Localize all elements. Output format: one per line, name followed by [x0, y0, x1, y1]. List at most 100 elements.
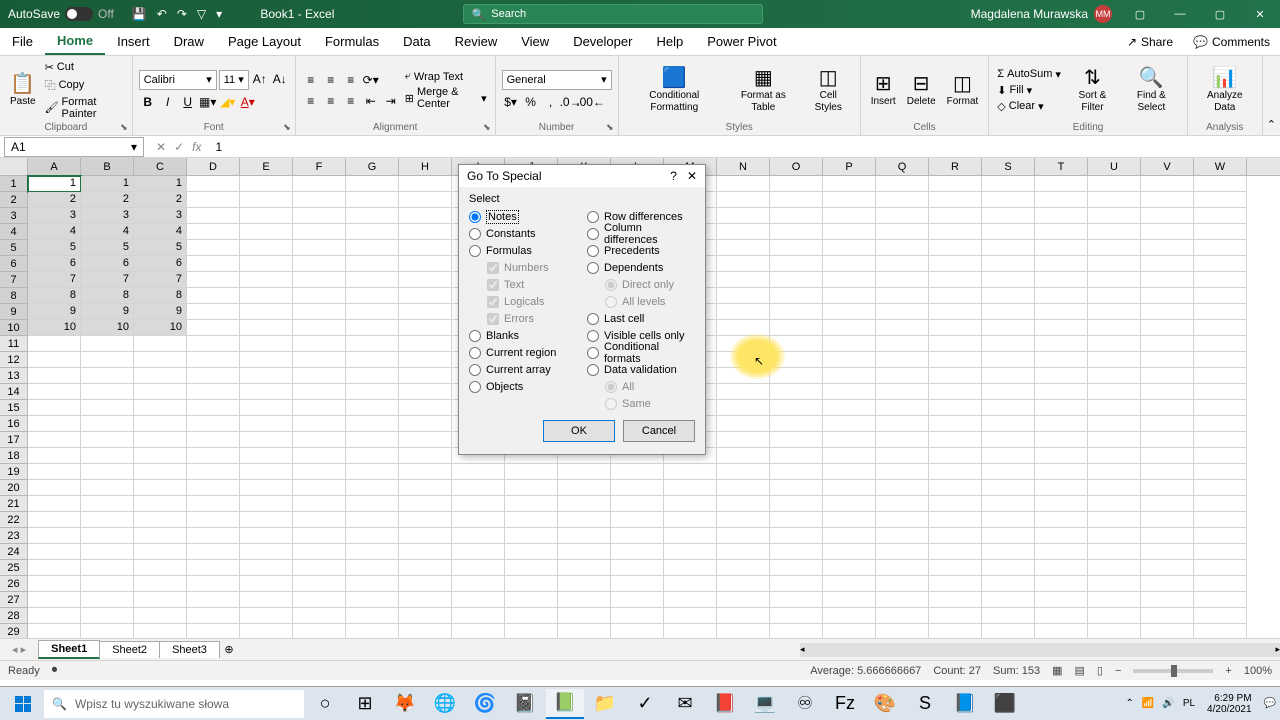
cell[interactable] [1035, 256, 1088, 272]
cell[interactable] [187, 336, 240, 352]
cell[interactable] [293, 496, 346, 512]
cell[interactable] [823, 272, 876, 288]
cell[interactable] [1141, 432, 1194, 448]
tab-data[interactable]: Data [391, 28, 442, 55]
cell[interactable]: 8 [134, 288, 187, 304]
cell[interactable] [929, 352, 982, 368]
cell[interactable] [664, 560, 717, 576]
cell[interactable] [81, 416, 134, 432]
column-header[interactable]: H [399, 158, 452, 175]
cell[interactable] [929, 240, 982, 256]
cell[interactable] [982, 480, 1035, 496]
cell[interactable] [240, 208, 293, 224]
cell[interactable]: 5 [28, 240, 81, 256]
cell[interactable] [717, 496, 770, 512]
cell[interactable] [1035, 544, 1088, 560]
cell[interactable] [982, 592, 1035, 608]
notifications-icon[interactable]: 💬 [1264, 698, 1276, 709]
cell[interactable] [982, 512, 1035, 528]
cell[interactable] [28, 592, 81, 608]
cell[interactable] [81, 624, 134, 638]
cell[interactable] [1141, 224, 1194, 240]
radio-last-cell[interactable]: Last cell [587, 311, 695, 327]
cell[interactable] [1035, 576, 1088, 592]
clock[interactable]: 6:29 PM4/20/2021 [1203, 693, 1256, 715]
radio-current-region[interactable]: Current region [469, 345, 577, 361]
cell[interactable] [876, 432, 929, 448]
cell[interactable] [1088, 592, 1141, 608]
cell[interactable] [929, 304, 982, 320]
cell[interactable] [293, 336, 346, 352]
cell[interactable] [770, 256, 823, 272]
row-header[interactable]: 5 [0, 240, 28, 256]
cell[interactable] [876, 272, 929, 288]
column-header[interactable]: V [1141, 158, 1194, 175]
cell[interactable] [1035, 208, 1088, 224]
cell[interactable] [876, 576, 929, 592]
cell[interactable] [240, 560, 293, 576]
cell[interactable] [717, 512, 770, 528]
cell[interactable] [134, 336, 187, 352]
cell[interactable] [1035, 624, 1088, 638]
cell[interactable] [982, 608, 1035, 624]
cell[interactable] [929, 256, 982, 272]
cell[interactable] [505, 480, 558, 496]
cell[interactable] [770, 464, 823, 480]
cell[interactable] [505, 592, 558, 608]
cell[interactable] [717, 192, 770, 208]
cell[interactable] [293, 384, 346, 400]
vscode-icon[interactable]: 💻 [746, 689, 784, 719]
row-header[interactable]: 8 [0, 288, 28, 304]
row-header[interactable]: 23 [0, 528, 28, 544]
cell[interactable] [399, 240, 452, 256]
cell[interactable] [187, 224, 240, 240]
radio-conditional-formats[interactable]: Conditional formats [587, 345, 695, 361]
radio-current-array[interactable]: Current array [469, 362, 577, 378]
cell[interactable] [399, 576, 452, 592]
column-header[interactable]: Q [876, 158, 929, 175]
cell[interactable] [399, 352, 452, 368]
cell[interactable]: 4 [134, 224, 187, 240]
cell[interactable] [1088, 384, 1141, 400]
cell[interactable] [346, 400, 399, 416]
cell[interactable] [134, 624, 187, 638]
cell[interactable] [611, 624, 664, 638]
task-view-icon[interactable]: ⊞ [346, 689, 384, 719]
user-account[interactable]: Magdalena Murawska MM [963, 5, 1120, 23]
cell[interactable] [346, 208, 399, 224]
cell[interactable] [876, 384, 929, 400]
cell[interactable] [452, 624, 505, 638]
cell[interactable] [293, 400, 346, 416]
cell[interactable] [1088, 400, 1141, 416]
horizontal-scrollbar[interactable]: ◂▸ [800, 643, 1280, 657]
cell[interactable] [134, 496, 187, 512]
row-header[interactable]: 22 [0, 512, 28, 528]
cell[interactable] [876, 336, 929, 352]
cancel-formula-icon[interactable]: ✕ [156, 140, 166, 154]
cell[interactable] [134, 480, 187, 496]
cell[interactable] [823, 512, 876, 528]
cell[interactable] [611, 512, 664, 528]
cell[interactable] [929, 224, 982, 240]
cell[interactable] [876, 512, 929, 528]
cell[interactable] [1194, 240, 1247, 256]
cell[interactable] [664, 624, 717, 638]
view-break-icon[interactable]: ▯ [1097, 664, 1103, 677]
cell[interactable]: 10 [28, 320, 81, 336]
cell[interactable] [293, 624, 346, 638]
cell[interactable] [717, 624, 770, 638]
tray-expand-icon[interactable]: ⌃ [1126, 698, 1134, 709]
cell[interactable] [929, 384, 982, 400]
cell[interactable] [1194, 576, 1247, 592]
cell[interactable] [664, 592, 717, 608]
cell[interactable] [293, 176, 346, 192]
cell[interactable] [187, 512, 240, 528]
cell[interactable] [717, 176, 770, 192]
filezilla-icon[interactable]: Fz [826, 689, 864, 719]
start-button[interactable] [4, 689, 42, 719]
cell[interactable] [1088, 240, 1141, 256]
cell[interactable] [770, 208, 823, 224]
cell[interactable] [399, 224, 452, 240]
cell[interactable] [1088, 416, 1141, 432]
cell[interactable] [770, 352, 823, 368]
